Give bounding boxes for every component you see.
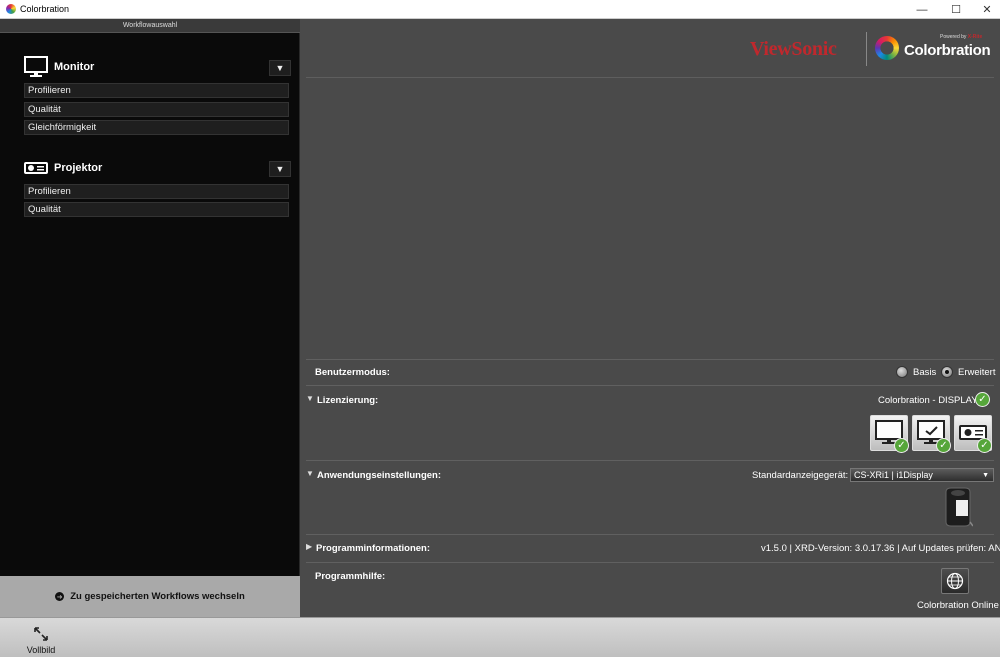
workflow-item-monitor-gleichfoermigkeit[interactable]: Gleichförmigkeit [24,120,289,135]
check-icon: ✓ [977,438,992,453]
sidebar-header: Workflowauswahl [0,19,300,33]
fullscreen-icon [34,627,48,641]
default-device-select[interactable]: CS-XRi1 | i1Display ▼ [850,468,994,482]
license-product: Colorbration - DISPLAY [878,395,978,406]
section-divider [306,534,994,535]
switch-saved-workflows-button[interactable]: ➜ Zu gespeicherten Workflows wechseln [0,576,300,617]
monitor-collapse-toggle[interactable]: ▼ [269,60,291,76]
colorimeter-device-icon [945,487,973,527]
minimize-button[interactable]: — [907,0,937,19]
arrow-right-icon: ➜ [55,592,65,601]
program-info-expand-toggle[interactable]: ▶ [306,542,312,551]
group-title-projektor: Projektor [24,161,102,175]
color-wheel-icon [875,36,899,60]
check-icon: ✓ [894,438,909,453]
colorbration-online-label[interactable]: Colorbration Online [917,600,999,611]
group-title-monitor: Monitor [24,56,94,78]
group-label-projektor: Projektor [54,162,103,174]
default-device-value: CS-XRi1 | i1Display [854,470,933,480]
licensing-label: Lizenzierung: [317,395,379,406]
brand-header: ViewSonic Powered by X-Rite Colorbration [750,32,995,68]
chevron-down-icon: ▼ [982,472,989,479]
powered-by-text: Powered by X-Rite [940,34,983,40]
projector-icon [24,162,48,174]
window-title: Colorbration [20,4,70,14]
program-info-value: v1.5.0 | XRD-Version: 3.0.17.36 | Auf Up… [761,543,1000,554]
workflow-item-projektor-qualitaet[interactable]: Qualität [24,202,289,217]
check-icon: ✓ [975,392,990,407]
workflow-item-monitor-profilieren[interactable]: Profilieren [24,83,289,98]
workflow-item-monitor-qualitaet[interactable]: Qualität [24,102,289,117]
radio-erweitert[interactable] [941,366,953,378]
projektor-collapse-toggle[interactable]: ▼ [269,161,291,177]
radio-basis[interactable] [896,366,908,378]
section-divider [306,359,994,360]
monitor-icon [24,56,48,77]
colorbration-online-button[interactable] [941,568,969,594]
header-divider [306,77,994,78]
main-panel: ViewSonic Powered by X-Rite Colorbration… [300,19,1000,617]
bottom-toolbar: Vollbild [0,617,1000,657]
default-device-label: Standardanzeigegerät: [752,470,849,481]
section-divider [306,460,994,461]
group-label-monitor: Monitor [54,61,95,73]
maximize-button[interactable]: ☐ [941,0,971,19]
workflow-sidebar: Workflowauswahl Monitor ▼ Profilieren Qu… [0,19,300,617]
licensing-expand-toggle[interactable]: ▼ [306,394,314,403]
help-label: Programmhilfe: [315,571,386,582]
switch-workflows-label: Zu gespeicherten Workflows wechseln [70,591,245,602]
viewsonic-logo: ViewSonic [750,38,837,60]
section-divider [306,385,994,386]
workflow-item-projektor-profilieren[interactable]: Profilieren [24,184,289,199]
brand-divider [866,32,867,66]
user-mode-label: Benutzermodus: [315,367,390,378]
radio-basis-label[interactable]: Basis [913,367,936,378]
fullscreen-button[interactable]: Vollbild [26,626,56,656]
check-icon: ✓ [936,438,951,453]
colorbration-logo: Colorbration [904,42,991,59]
app-settings-expand-toggle[interactable]: ▼ [306,469,314,478]
close-button[interactable]: ✕ [972,0,1000,19]
section-divider [306,562,994,563]
program-info-label: Programminformationen: [316,543,431,554]
fullscreen-label: Vollbild [26,645,56,655]
app-icon [6,4,16,14]
title-bar: Colorbration — ☐ ✕ [0,0,1000,19]
radio-erweitert-label[interactable]: Erweitert [958,367,995,378]
app-settings-label: Anwendungseinstellungen: [317,470,442,481]
globe-icon [946,572,964,590]
